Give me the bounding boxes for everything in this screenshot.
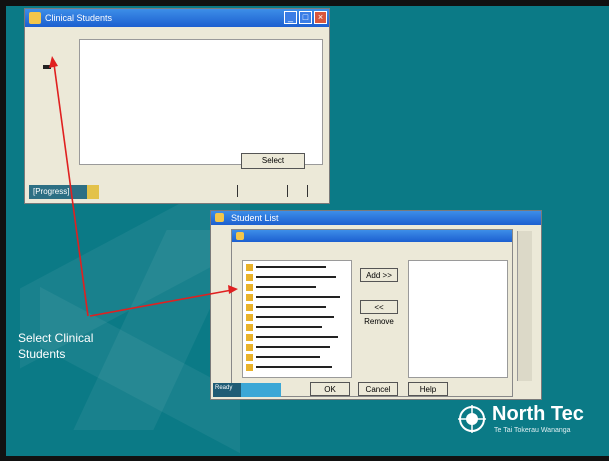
logo-mark-icon (458, 405, 486, 433)
annotation-arrows (49, 56, 238, 317)
presentation-slide: Clinical Students _ □ × Select [Progress… (0, 0, 609, 461)
northtec-logo: North Tec Te Tai Tokerau Wananga (458, 403, 598, 437)
slide-caption: Select Clinical Students (18, 330, 158, 362)
logo-name: North Tec (492, 403, 584, 425)
caption-line-1: Select Clinical (18, 331, 94, 345)
arrow-to-top-window (53, 63, 89, 317)
arrowhead (49, 56, 58, 68)
arrow-to-list (89, 289, 233, 317)
caption-line-2: Students (18, 347, 66, 361)
logo-tagline: Te Tai Tokerau Wananga (494, 427, 571, 434)
arrowhead (228, 285, 238, 294)
